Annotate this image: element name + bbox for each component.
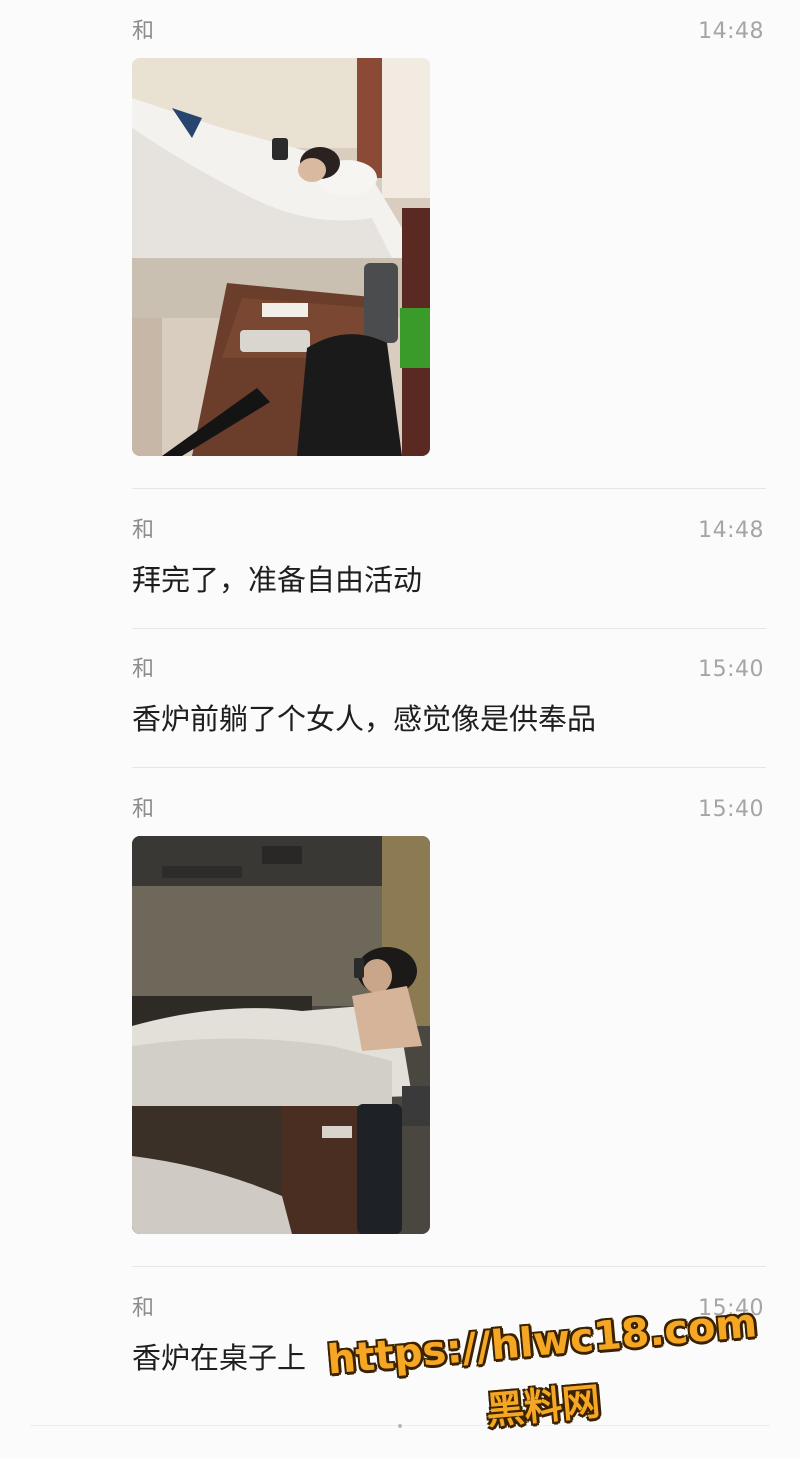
message-time: 14:48 xyxy=(698,518,764,543)
message-photo[interactable] xyxy=(132,836,430,1234)
sender-name: 和 xyxy=(132,518,155,543)
sender-name: 和 xyxy=(132,797,155,822)
chat-message-image[interactable]: 和 14:48 xyxy=(132,18,766,458)
hotel-bed-photo-dark xyxy=(132,836,430,1234)
chat-message-text[interactable]: 和 15:40 香炉前躺了个女人，感觉像是供奉品 xyxy=(132,656,766,736)
message-time: 14:48 xyxy=(698,19,764,44)
message-time: 15:40 xyxy=(698,1296,764,1321)
message-divider xyxy=(132,767,766,768)
chat-message-text[interactable]: 和 15:40 香炉在桌子上 xyxy=(132,1295,766,1375)
hotel-bed-photo-bright xyxy=(132,58,430,456)
sender-name: 和 xyxy=(132,1296,155,1321)
message-divider xyxy=(132,1266,766,1267)
chat-message-image[interactable]: 和 15:40 xyxy=(132,796,766,1236)
message-divider xyxy=(132,488,766,489)
message-divider xyxy=(132,628,766,629)
chat-message-text[interactable]: 和 14:48 拜完了，准备自由活动 xyxy=(132,517,766,597)
message-text: 香炉前躺了个女人，感觉像是供奉品 xyxy=(132,702,597,736)
sender-name: 和 xyxy=(132,657,155,682)
message-photo[interactable] xyxy=(132,58,430,456)
message-time: 15:40 xyxy=(698,797,764,822)
message-text: 香炉在桌子上 xyxy=(132,1341,307,1375)
message-time: 15:40 xyxy=(698,657,764,682)
sender-name: 和 xyxy=(132,19,155,44)
message-text: 拜完了，准备自由活动 xyxy=(132,563,423,597)
scroll-indicator xyxy=(398,1424,402,1428)
